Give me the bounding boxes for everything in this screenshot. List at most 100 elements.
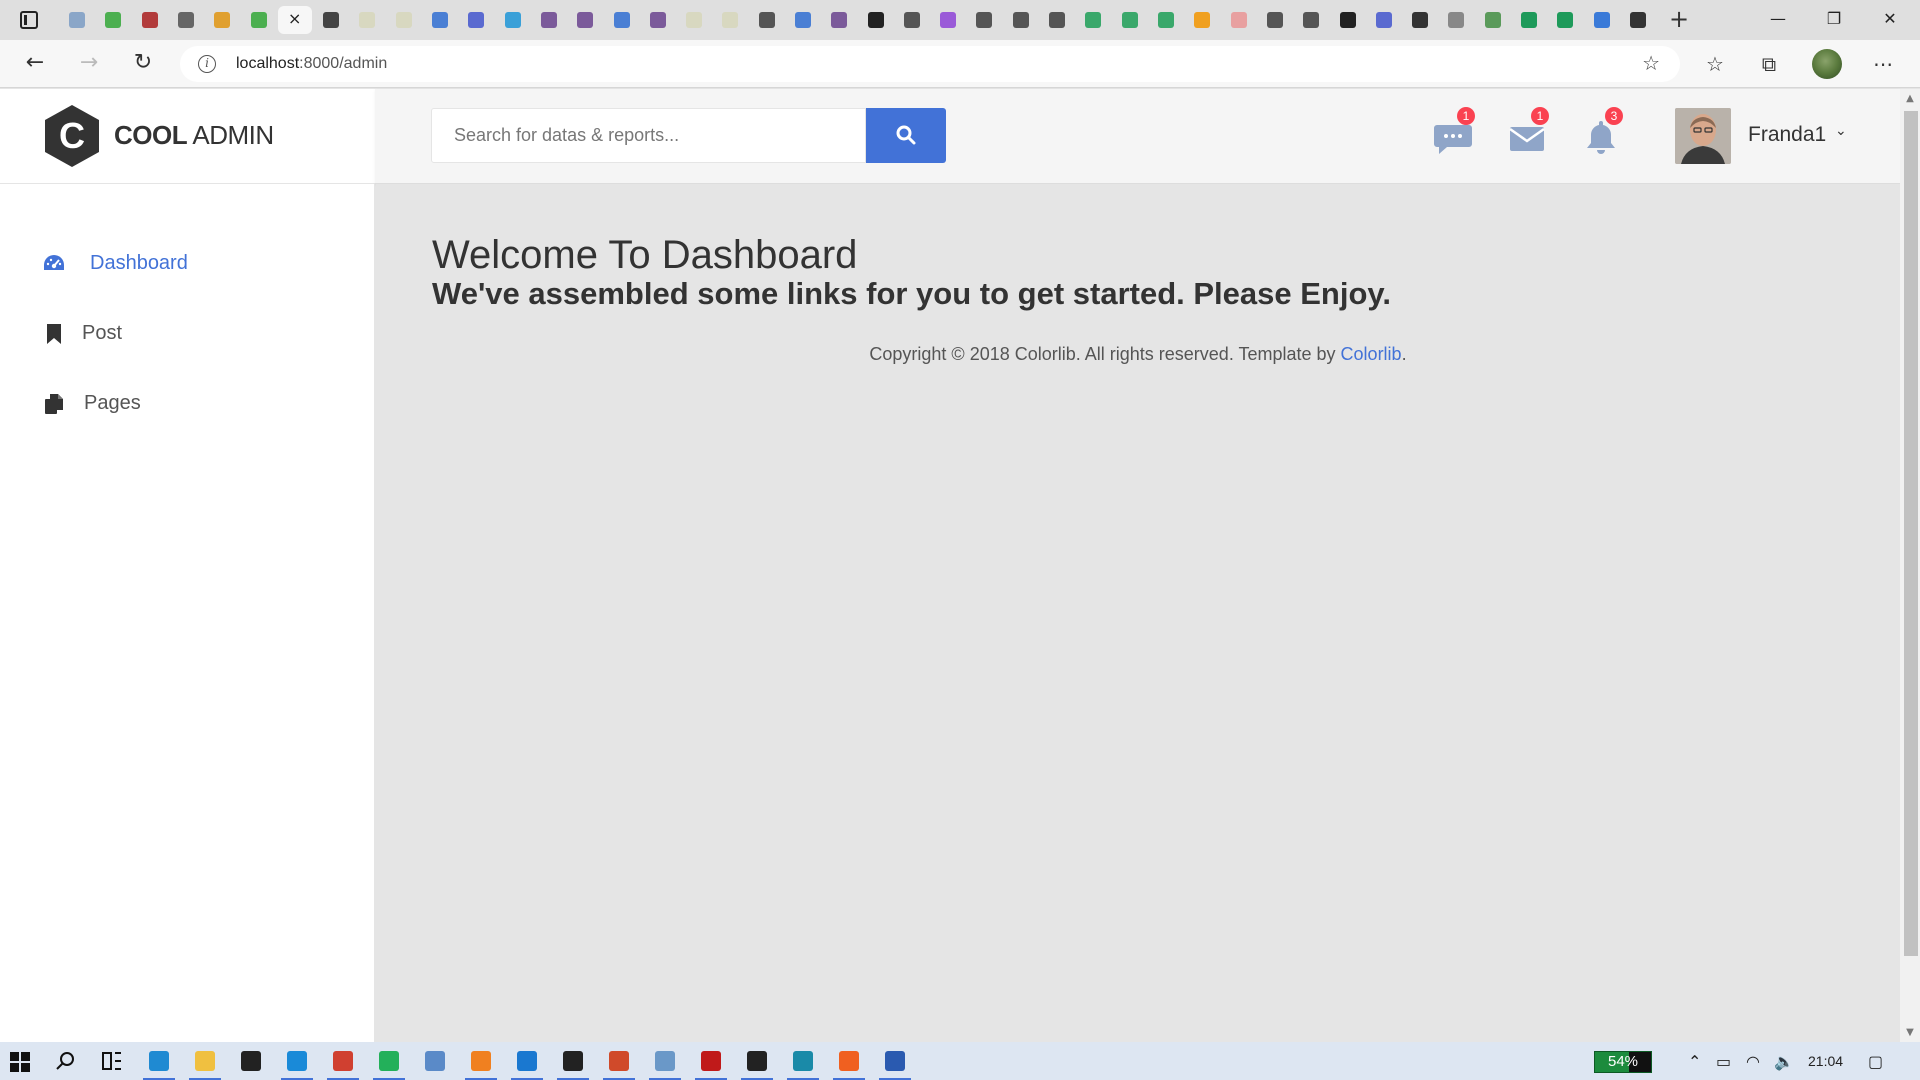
address-url[interactable]: localhost:8000/admin bbox=[236, 55, 387, 73]
new-tab-button[interactable]: + bbox=[1664, 6, 1694, 34]
wifi-icon[interactable]: ◠ bbox=[1746, 1052, 1760, 1071]
terminal-app-icon[interactable] bbox=[555, 1046, 591, 1080]
browser-tab[interactable] bbox=[169, 6, 203, 34]
browser-profile-avatar[interactable] bbox=[1812, 49, 1842, 79]
browser-tab[interactable] bbox=[314, 6, 348, 34]
windows-start-icon[interactable] bbox=[10, 1052, 30, 1072]
browser-tab[interactable] bbox=[641, 6, 675, 34]
browser-tab[interactable] bbox=[242, 6, 276, 34]
browser-tab[interactable] bbox=[1621, 6, 1655, 34]
browser-tab[interactable] bbox=[713, 6, 747, 34]
browser-tab[interactable] bbox=[859, 6, 893, 34]
browser-tab[interactable] bbox=[205, 6, 239, 34]
browser-tab[interactable] bbox=[1004, 6, 1038, 34]
browser-tab[interactable] bbox=[60, 6, 94, 34]
chat-notification[interactable]: 1 bbox=[1433, 107, 1475, 157]
taskbar-search-icon[interactable] bbox=[48, 1046, 84, 1076]
browser-tab[interactable] bbox=[1548, 6, 1582, 34]
bell-notification[interactable]: 3 bbox=[1581, 107, 1623, 157]
search-button[interactable] bbox=[866, 108, 946, 163]
browser-tab[interactable] bbox=[1113, 6, 1147, 34]
reload-button[interactable]: ↻ bbox=[128, 50, 158, 78]
browser-tab[interactable] bbox=[1076, 6, 1110, 34]
browser-tab[interactable] bbox=[1149, 6, 1183, 34]
browser-tab[interactable] bbox=[786, 6, 820, 34]
task-view-icon[interactable] bbox=[94, 1046, 130, 1076]
browser-tab[interactable] bbox=[423, 6, 457, 34]
notification-center-icon[interactable]: ▢ bbox=[1868, 1052, 1883, 1071]
browser-tab[interactable] bbox=[677, 6, 711, 34]
restore-button[interactable]: ❐ bbox=[1806, 0, 1862, 40]
mail-notification[interactable]: 1 bbox=[1507, 107, 1549, 157]
minimize-button[interactable]: — bbox=[1750, 0, 1806, 40]
browser-tab[interactable] bbox=[1294, 6, 1328, 34]
browser-tab[interactable] bbox=[1403, 6, 1437, 34]
acrobat-app-icon[interactable] bbox=[693, 1046, 729, 1080]
volume-icon[interactable]: 🔈 bbox=[1774, 1052, 1794, 1071]
word-app-icon[interactable] bbox=[877, 1046, 913, 1080]
browser-tab[interactable] bbox=[532, 6, 566, 34]
arduino-app-icon[interactable] bbox=[785, 1046, 821, 1080]
browser-tab[interactable] bbox=[895, 6, 929, 34]
file-explorer-icon[interactable] bbox=[187, 1046, 223, 1080]
browser-tab[interactable] bbox=[931, 6, 965, 34]
mail-app-icon[interactable] bbox=[233, 1046, 269, 1076]
browser-tab[interactable] bbox=[1331, 6, 1365, 34]
vscode-app-icon[interactable] bbox=[509, 1046, 545, 1080]
window-menu-icon[interactable] bbox=[20, 11, 38, 29]
powerpoint-app-icon[interactable] bbox=[601, 1046, 637, 1080]
colorlib-link[interactable]: Colorlib bbox=[1341, 344, 1402, 364]
browser-tab[interactable] bbox=[1222, 6, 1256, 34]
browser-tab[interactable] bbox=[387, 6, 421, 34]
battery-indicator[interactable]: 54% bbox=[1594, 1051, 1652, 1073]
site-info-icon[interactable]: i bbox=[198, 55, 216, 73]
browser-tab[interactable] bbox=[350, 6, 384, 34]
browser-tab[interactable] bbox=[822, 6, 856, 34]
browser-tab[interactable] bbox=[96, 6, 130, 34]
add-favorite-icon[interactable]: ☆ bbox=[1642, 51, 1660, 75]
user-name[interactable]: Franda1 bbox=[1748, 123, 1826, 147]
close-tab-icon[interactable]: × bbox=[288, 9, 301, 28]
browser-tab[interactable] bbox=[1439, 6, 1473, 34]
chrome-app-icon[interactable] bbox=[325, 1046, 361, 1080]
image-viewer-icon[interactable] bbox=[739, 1046, 775, 1080]
photos-app-icon[interactable] bbox=[417, 1046, 453, 1076]
tray-chevron-icon[interactable]: ⌃ bbox=[1688, 1052, 1701, 1071]
browser-tab[interactable] bbox=[459, 6, 493, 34]
browser-menu-icon[interactable]: ⋯ bbox=[1868, 50, 1898, 78]
edge-app-icon[interactable] bbox=[141, 1046, 177, 1080]
close-window-button[interactable]: ✕ bbox=[1862, 0, 1918, 40]
browser-tab[interactable] bbox=[1367, 6, 1401, 34]
battery-icon[interactable]: ▭ bbox=[1716, 1052, 1731, 1071]
address-bar[interactable]: i localhost:8000/admin ☆ bbox=[180, 46, 1680, 82]
browser-tab[interactable] bbox=[750, 6, 784, 34]
whatsapp-app-icon[interactable] bbox=[371, 1046, 407, 1080]
browser-tab[interactable] bbox=[605, 6, 639, 34]
xampp-app-icon[interactable] bbox=[831, 1046, 867, 1080]
browser-tab[interactable] bbox=[1258, 6, 1292, 34]
browser-tab[interactable] bbox=[133, 6, 167, 34]
search-input[interactable] bbox=[431, 108, 866, 163]
forward-button[interactable]: → bbox=[74, 50, 104, 78]
browser-tab[interactable] bbox=[1585, 6, 1619, 34]
pen-app-icon[interactable] bbox=[647, 1046, 683, 1080]
logo-icon[interactable]: C bbox=[42, 103, 102, 169]
page-scrollbar[interactable]: ▲ ▼ bbox=[1900, 89, 1920, 1042]
sublime-app-icon[interactable] bbox=[463, 1046, 499, 1080]
chevron-down-icon[interactable]: ⌄ bbox=[1835, 123, 1847, 139]
logo-text[interactable]: COOL ADMIN bbox=[114, 120, 274, 151]
back-button[interactable]: ← bbox=[20, 50, 50, 78]
collections-icon[interactable]: ⧉ bbox=[1754, 50, 1784, 78]
user-avatar[interactable] bbox=[1675, 108, 1731, 164]
browser-tab[interactable] bbox=[568, 6, 602, 34]
favorites-icon[interactable]: ☆ bbox=[1700, 50, 1730, 78]
browser-tab[interactable] bbox=[1476, 6, 1510, 34]
clock[interactable]: 21:04 bbox=[1808, 1053, 1843, 1069]
browser-tab[interactable] bbox=[1185, 6, 1219, 34]
browser-tab[interactable] bbox=[1512, 6, 1546, 34]
scroll-up-icon[interactable]: ▲ bbox=[1904, 93, 1916, 104]
browser-tab-active[interactable]: × bbox=[278, 6, 312, 34]
browser-tab[interactable] bbox=[496, 6, 530, 34]
scrollbar-thumb[interactable] bbox=[1904, 111, 1918, 956]
browser-tab[interactable] bbox=[967, 6, 1001, 34]
